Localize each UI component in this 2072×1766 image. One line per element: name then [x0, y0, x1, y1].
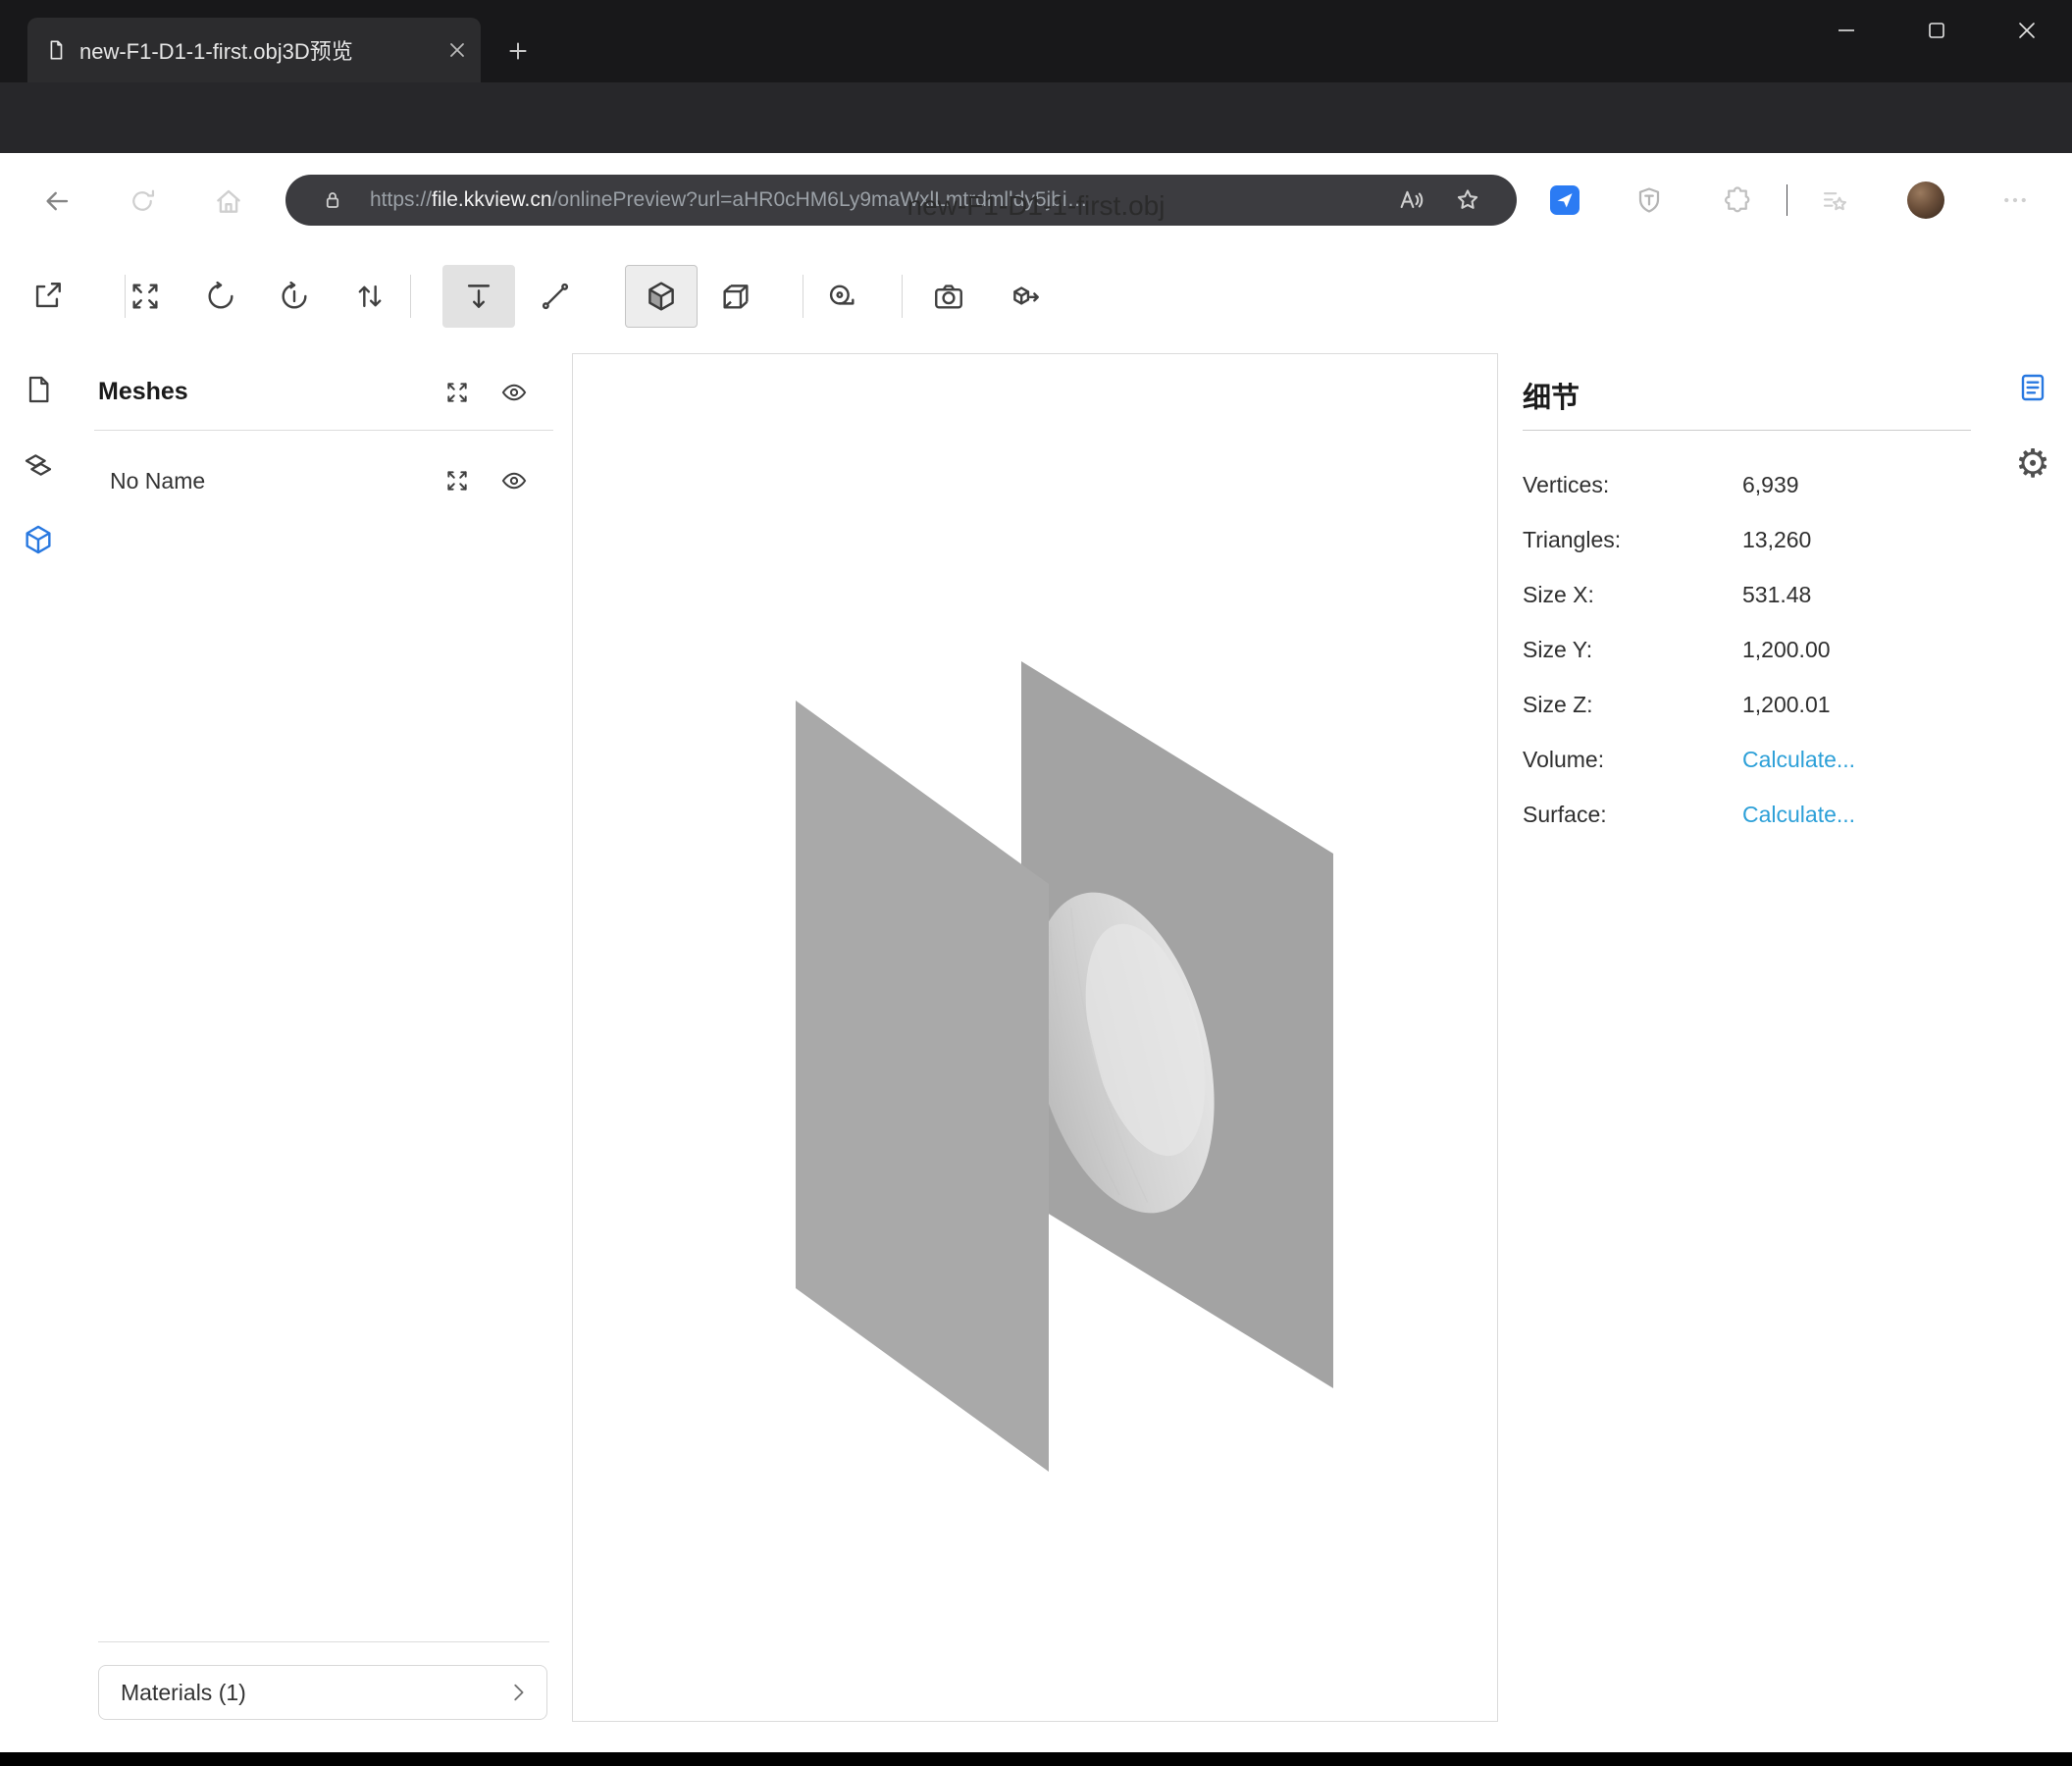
export-model-button[interactable]: [994, 265, 1057, 328]
import-button[interactable]: [16, 265, 78, 328]
meshes-fit-icon[interactable]: [436, 371, 479, 414]
wireframe-view-button[interactable]: [704, 265, 767, 328]
details-label: Size X:: [1523, 582, 1742, 608]
details-value: 13,260: [1742, 527, 1811, 553]
details-value: 6,939: [1742, 472, 1799, 498]
new-tab-icon[interactable]: [496, 31, 540, 71]
calculate-surface-link[interactable]: Calculate...: [1742, 802, 1855, 828]
meshes-visibility-eye-icon[interactable]: [492, 371, 536, 414]
details-value: 1,200.00: [1742, 637, 1831, 663]
details-label: Size Z:: [1523, 692, 1742, 718]
details-label: Vertices:: [1523, 472, 1742, 498]
model-cube-icon[interactable]: [11, 512, 66, 567]
flip-vertical-button[interactable]: [338, 265, 401, 328]
rotate-free-button[interactable]: [189, 265, 252, 328]
materials-icon[interactable]: [11, 438, 66, 493]
panel-divider: [1523, 430, 1971, 431]
rotate-axis-button[interactable]: [263, 265, 326, 328]
maximize-icon[interactable]: [1891, 0, 1982, 61]
details-panel-icon[interactable]: [2005, 360, 2060, 415]
model-plane-left: [796, 701, 1049, 1472]
materials-button-label: Materials (1): [121, 1680, 507, 1706]
chevron-right-icon: [507, 1682, 529, 1703]
window-controls: [1801, 0, 2072, 61]
details-label: Triangles:: [1523, 527, 1742, 553]
panel-divider: [98, 1641, 549, 1642]
details-label: Size Y:: [1523, 637, 1742, 663]
file-info-icon[interactable]: [11, 362, 66, 417]
browser-tab[interactable]: new-F1-D1-1-first.obj3D预览: [27, 18, 481, 82]
details-row: Size Y: 1,200.00: [1523, 622, 1974, 677]
3d-viewport[interactable]: [572, 353, 1498, 1722]
drop-to-floor-button[interactable]: [442, 265, 515, 328]
tab-strip: new-F1-D1-1-first.obj3D预览: [0, 0, 2072, 82]
page-title: new-F1-D1-1-first.obj: [0, 190, 2072, 222]
meshes-header: Meshes: [98, 378, 188, 406]
screenshot-button[interactable]: [917, 265, 980, 328]
details-rows: Vertices: 6,939 Triangles: 13,260 Size X…: [1523, 457, 1974, 842]
details-label: Surface:: [1523, 802, 1742, 828]
details-value: 531.48: [1742, 582, 1811, 608]
mesh-item-fit-icon[interactable]: [436, 459, 479, 502]
settings-gear-icon[interactable]: ⚙: [2005, 437, 2060, 492]
details-row: Size X: 531.48: [1523, 567, 1974, 622]
document-favicon: [45, 38, 67, 62]
browser-navbar: https://file.kkview.cn/onlinePreview?url…: [0, 82, 2072, 153]
details-row: Triangles: 13,260: [1523, 512, 1974, 567]
solid-view-button[interactable]: [625, 265, 698, 328]
details-value: 1,200.01: [1742, 692, 1831, 718]
toolbar-separator: [410, 275, 411, 318]
window-bottom-edge: [0, 1752, 2072, 1766]
minimize-icon[interactable]: [1801, 0, 1891, 61]
3d-model-render: [573, 354, 1497, 1721]
details-row: Volume: Calculate...: [1523, 732, 1974, 787]
toolbar-separator: [902, 275, 903, 318]
materials-button[interactable]: Materials (1): [98, 1665, 547, 1720]
details-header: 细节: [1523, 375, 1580, 416]
details-row: Vertices: 6,939: [1523, 457, 1974, 512]
tab-title: new-F1-D1-1-first.obj3D预览: [79, 34, 435, 66]
fit-view-button[interactable]: [114, 265, 177, 328]
calculate-volume-link[interactable]: Calculate...: [1742, 747, 1855, 773]
details-row: Size Z: 1,200.01: [1523, 677, 1974, 732]
measure-line-button[interactable]: [524, 265, 587, 328]
details-label: Volume:: [1523, 747, 1742, 773]
close-icon[interactable]: [1982, 0, 2072, 61]
tab-close-icon[interactable]: [447, 40, 467, 60]
mesh-item-label[interactable]: No Name: [110, 468, 205, 494]
mesh-item-visibility-eye-icon[interactable]: [492, 459, 536, 502]
panel-divider: [94, 430, 553, 431]
measure-tape-button[interactable]: [810, 265, 873, 328]
details-row: Surface: Calculate...: [1523, 787, 1974, 842]
